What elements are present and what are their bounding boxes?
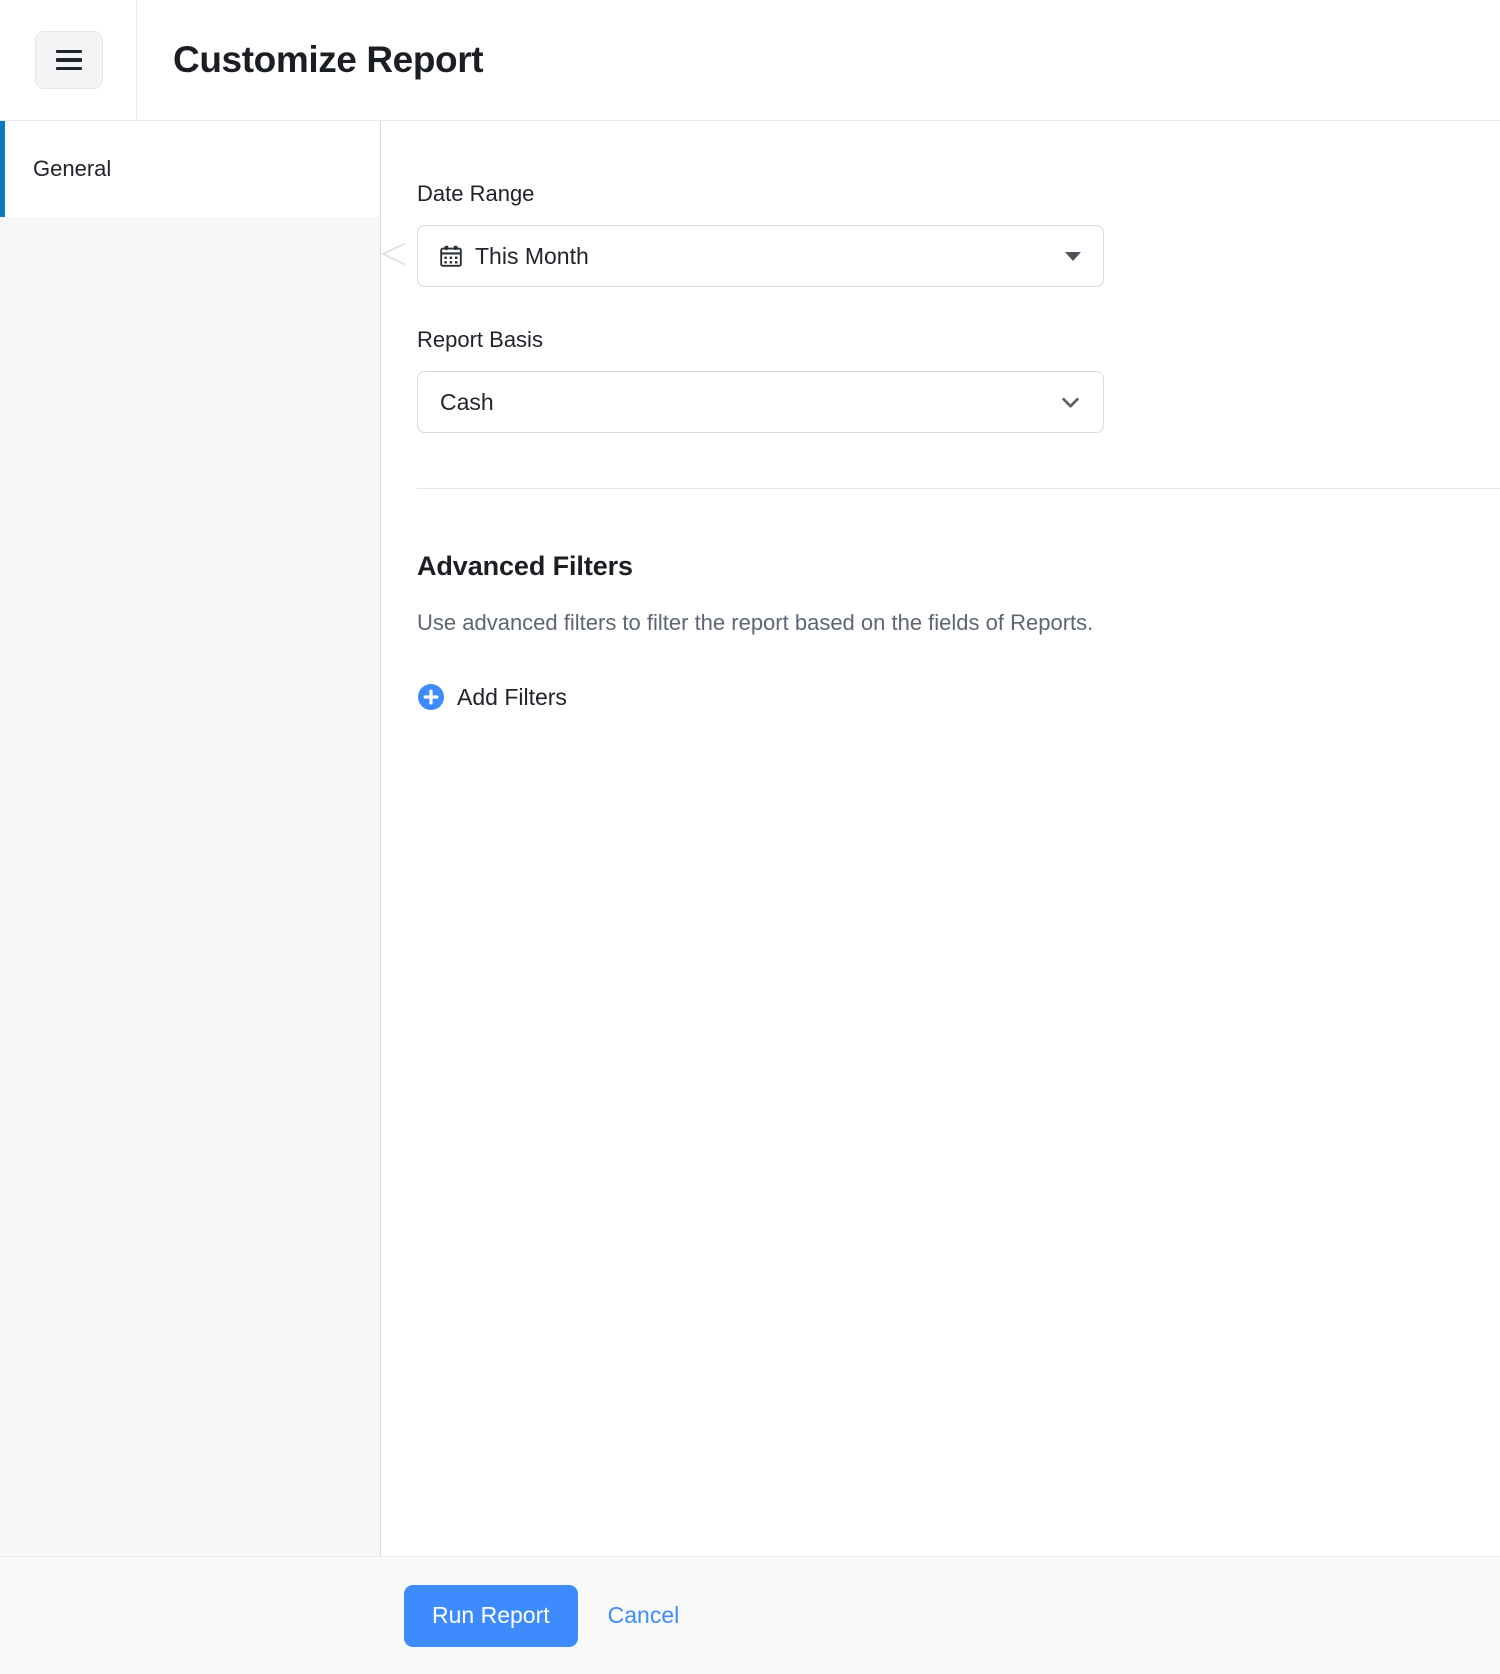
hamburger-bar (56, 58, 82, 62)
chevron-down-icon[interactable] (1060, 392, 1081, 413)
report-basis-label: Report Basis (417, 327, 1500, 353)
sidebar-item-general[interactable]: General (0, 121, 380, 217)
hamburger-bar (56, 67, 82, 71)
advanced-filters-title: Advanced Filters (417, 551, 1500, 582)
date-range-select[interactable]: This Month (417, 225, 1104, 287)
run-report-button[interactable]: Run Report (404, 1585, 578, 1647)
add-filters-label: Add Filters (457, 684, 567, 711)
cancel-button[interactable]: Cancel (608, 1602, 680, 1629)
date-range-label: Date Range (417, 181, 1500, 207)
date-range-field-group: Date Range (381, 181, 1500, 287)
report-basis-field-group: Report Basis Cash (381, 327, 1500, 433)
date-range-value: This Month (475, 243, 589, 270)
main-content: Date Range (381, 121, 1500, 1556)
dialog-body: General Date Range (0, 121, 1500, 1556)
hamburger-icon[interactable] (35, 31, 103, 89)
report-basis-value: Cash (440, 389, 494, 416)
dialog-header: Customize Report (0, 0, 1500, 121)
report-basis-value-wrap: Cash (440, 389, 1060, 416)
caret-down-solid-icon[interactable] (1065, 252, 1081, 261)
sidebar-item-label: General (33, 156, 111, 182)
page-title: Customize Report (173, 39, 483, 81)
add-filters-button[interactable]: Add Filters (417, 683, 567, 711)
sidebar: General (0, 121, 381, 1556)
date-range-value-wrap: This Month (440, 243, 1065, 270)
advanced-filters-description: Use advanced filters to filter the repor… (417, 610, 1500, 636)
hamburger-bar (56, 50, 82, 54)
plus-circle-icon (417, 683, 445, 711)
dialog-footer: Run Report Cancel (0, 1556, 1500, 1674)
customize-report-dialog: Customize Report General Date Range (0, 0, 1500, 1674)
report-basis-select[interactable]: Cash (417, 371, 1104, 433)
header-divider (136, 0, 137, 120)
advanced-filters-section: Advanced Filters Use advanced filters to… (381, 489, 1500, 716)
calendar-icon (440, 245, 462, 267)
